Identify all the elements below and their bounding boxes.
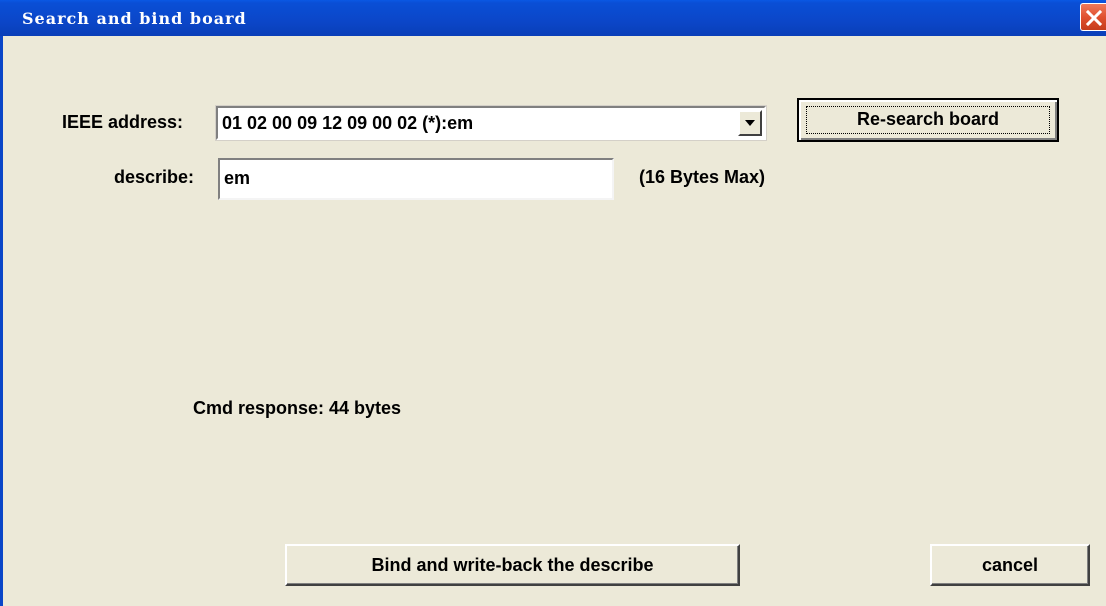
close-button[interactable]: [1080, 3, 1106, 31]
dropdown-button[interactable]: [738, 110, 762, 136]
cancel-label: cancel: [981, 555, 1039, 575]
ieee-address-dropdown[interactable]: 01 02 00 09 12 09 00 02 (*):em: [215, 105, 767, 141]
close-icon: [1085, 9, 1103, 27]
max-length-hint: (16 Bytes Max): [639, 167, 766, 187]
dialog-window: Search and bind board IEEE address: 01 0…: [0, 0, 1106, 606]
cmd-response-status: Cmd response: 44 bytes: [193, 398, 402, 418]
describe-value: em: [224, 168, 251, 188]
ieee-address-label: IEEE address:: [62, 112, 184, 132]
ieee-address-value: 01 02 00 09 12 09 00 02 (*):em: [222, 113, 474, 133]
bind-write-back-label: Bind and write-back the describe: [371, 555, 654, 575]
re-search-board-button[interactable]: Re-search board: [797, 98, 1059, 142]
window-border-left: [0, 36, 3, 606]
chevron-down-icon: [745, 120, 755, 126]
window-title: Search and bind board: [22, 9, 247, 28]
describe-label: describe:: [114, 167, 195, 187]
re-search-board-label: Re-search board: [856, 109, 1000, 129]
bind-write-back-button[interactable]: Bind and write-back the describe: [285, 544, 740, 586]
describe-input[interactable]: em: [218, 158, 614, 200]
cancel-button[interactable]: cancel: [930, 544, 1090, 586]
title-bar[interactable]: Search and bind board: [0, 0, 1106, 36]
